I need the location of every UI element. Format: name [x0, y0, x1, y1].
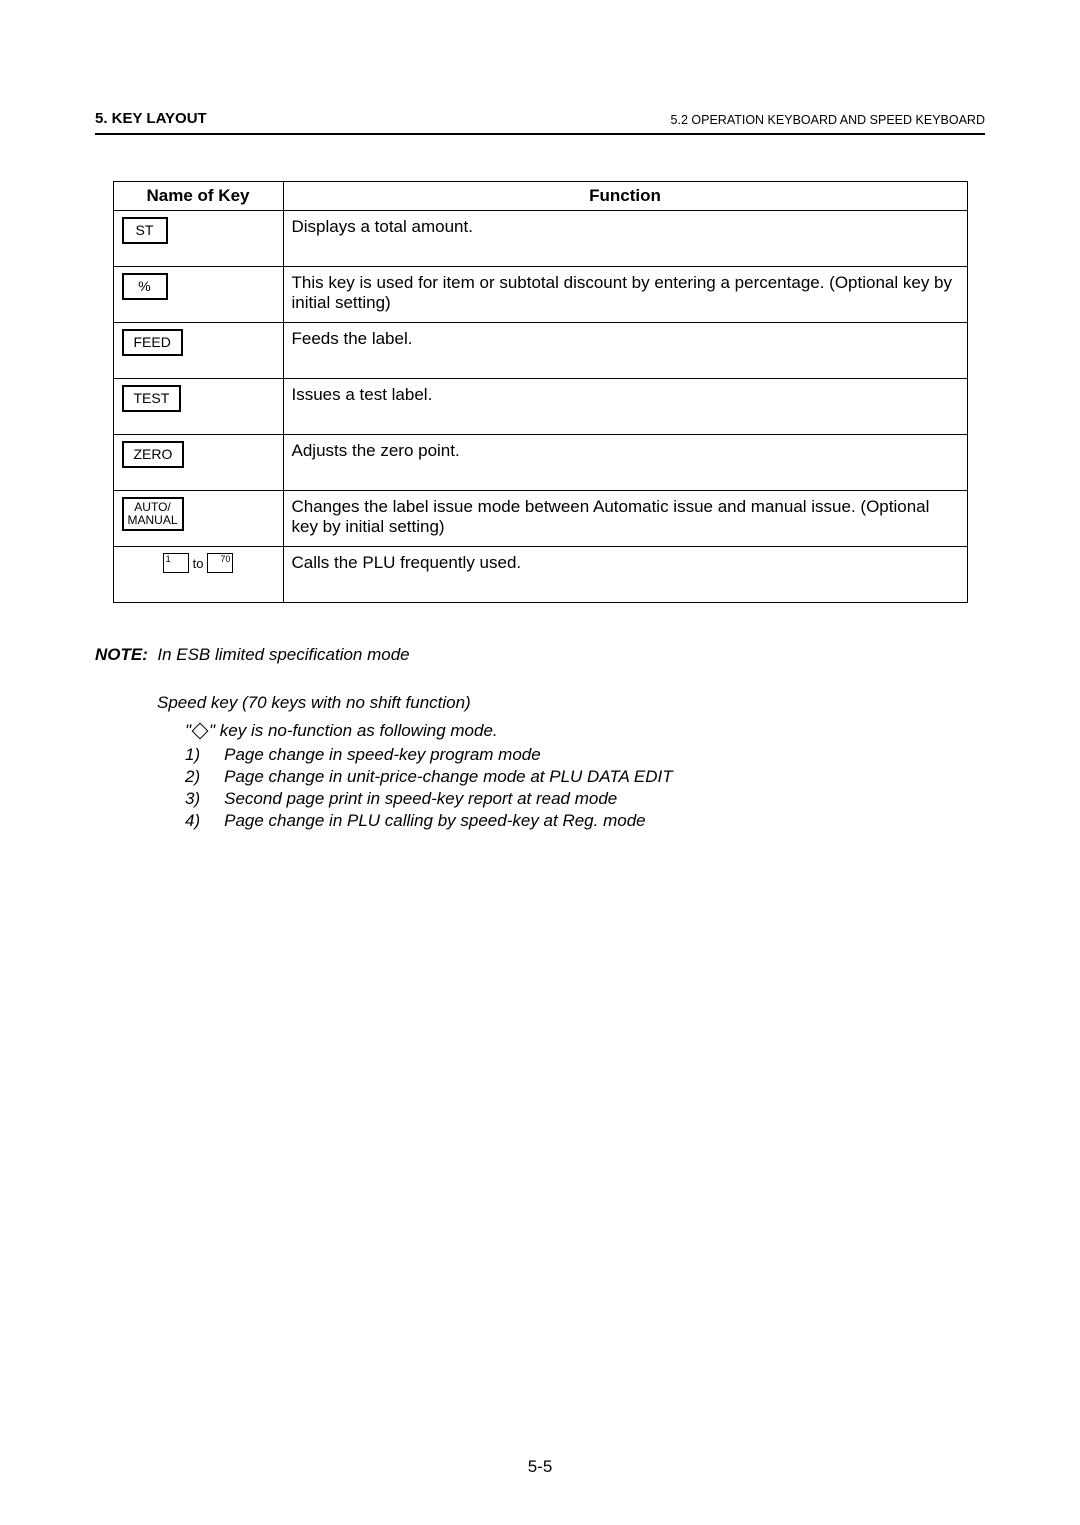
keycap-zero: ZERO — [122, 441, 185, 468]
note-item-text: Second page print in speed-key report at… — [224, 789, 617, 809]
page-number: 5-5 — [0, 1457, 1080, 1477]
diamond-suffix-text: " key is no-function as following mode. — [209, 721, 498, 740]
function-text: This key is used for item or subtotal di… — [283, 267, 967, 323]
note-item-text: Page change in speed-key program mode — [224, 745, 541, 765]
key-function-table: Name of Key Function ST Displays a total… — [113, 181, 968, 603]
table-row: ST Displays a total amount. — [113, 211, 967, 267]
note-item: 1) Page change in speed-key program mode — [185, 745, 985, 765]
note-speed-line: Speed key (70 keys with no shift functio… — [157, 693, 985, 713]
note-item-number: 2) — [185, 767, 200, 787]
table-row: AUTO/ MANUAL Changes the label issue mod… — [113, 491, 967, 547]
table-row: % This key is used for item or subtotal … — [113, 267, 967, 323]
note-item-text: Page change in PLU calling by speed-key … — [224, 811, 645, 831]
note-item-number: 4) — [185, 811, 200, 831]
note-item-text: Page change in unit-price-change mode at… — [224, 767, 673, 787]
diamond-icon — [192, 723, 209, 740]
note-block: NOTE: In ESB limited specification mode … — [95, 645, 985, 831]
table-row: TEST Issues a test label. — [113, 379, 967, 435]
page-header: 5. KEY LAYOUT 5.2 OPERATION KEYBOARD AND… — [95, 110, 985, 135]
note-label: NOTE: — [95, 645, 148, 664]
keycap-percent: % — [122, 273, 168, 300]
note-item: 4) Page change in PLU calling by speed-ke… — [185, 811, 985, 831]
page-content: 5. KEY LAYOUT 5.2 OPERATION KEYBOARD AND… — [0, 0, 1080, 831]
note-item: 2) Page change in unit-price-change mode … — [185, 767, 985, 787]
section-title: 5. KEY LAYOUT — [95, 110, 207, 127]
note-item-number: 3) — [185, 789, 200, 809]
table-row: FEED Feeds the label. — [113, 323, 967, 379]
keycap-auto-manual: AUTO/ MANUAL — [122, 497, 184, 531]
function-text: Changes the label issue mode between Aut… — [283, 491, 967, 547]
range-to-label: to — [193, 556, 204, 571]
keycap-range-start: 1 — [163, 553, 189, 573]
note-diamond-line: "" key is no-function as following mode. — [185, 721, 985, 741]
function-text: Adjusts the zero point. — [283, 435, 967, 491]
note-item: 3) Second page print in speed-key report … — [185, 789, 985, 809]
keycap-range: 1 to 70 — [122, 553, 275, 573]
keycap-st: ST — [122, 217, 168, 244]
note-item-number: 1) — [185, 745, 200, 765]
table-row: 1 to 70 Calls the PLU frequently used. — [113, 547, 967, 603]
function-text: Calls the PLU frequently used. — [283, 547, 967, 603]
keycap-test: TEST — [122, 385, 182, 412]
col-header-name: Name of Key — [113, 182, 283, 211]
note-intro: In ESB limited specification mode — [157, 645, 409, 664]
col-header-function: Function — [283, 182, 967, 211]
keycap-range-end: 70 — [207, 553, 233, 573]
table-row: ZERO Adjusts the zero point. — [113, 435, 967, 491]
function-text: Feeds the label. — [283, 323, 967, 379]
function-text: Issues a test label. — [283, 379, 967, 435]
keycap-feed: FEED — [122, 329, 183, 356]
note-items: 1)Page change in speed-key program mode … — [185, 745, 985, 831]
section-subtitle: 5.2 OPERATION KEYBOARD AND SPEED KEYBOAR… — [671, 113, 985, 127]
function-text: Displays a total amount. — [283, 211, 967, 267]
